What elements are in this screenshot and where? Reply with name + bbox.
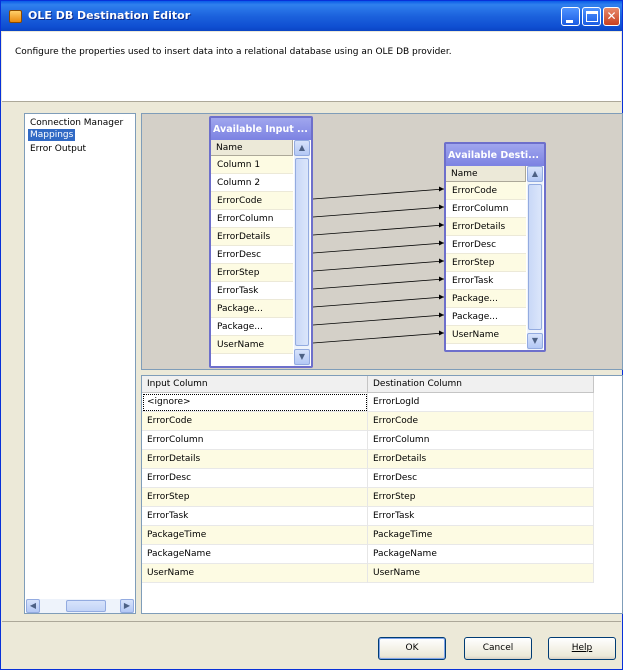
input-row[interactable]: ErrorDesc xyxy=(211,246,293,264)
dialog-window: OLE DB Destination Editor ✕ Configure th… xyxy=(0,0,623,670)
destination-row[interactable]: ErrorStep xyxy=(446,254,526,272)
input-name-header: Name xyxy=(211,140,293,156)
destination-column-cell[interactable]: ErrorLogId xyxy=(368,393,594,412)
ssis-component-icon xyxy=(9,10,22,23)
input-column-cell[interactable]: <ignore> xyxy=(142,393,368,412)
input-column-cell[interactable]: ErrorDesc xyxy=(142,469,368,488)
input-row[interactable]: ErrorCode xyxy=(211,192,293,210)
scroll-thumb[interactable] xyxy=(66,600,106,612)
input-row[interactable]: ErrorStep xyxy=(211,264,293,282)
table-row[interactable]: PackageName PackageName xyxy=(142,545,594,564)
grid-header: Input Column Destination Column xyxy=(142,376,594,393)
chevron-down-icon[interactable]: ▼ xyxy=(294,349,310,365)
destination-column-cell[interactable]: ErrorDetails xyxy=(368,450,594,469)
available-destination-title: Available Desti... xyxy=(446,144,544,166)
minimize-button[interactable] xyxy=(561,7,580,26)
destination-column-cell[interactable]: UserName xyxy=(368,564,594,583)
destination-row[interactable]: Package... xyxy=(446,290,526,308)
available-input-columns-box[interactable]: Available Input ... Name Column 1 Column… xyxy=(209,116,313,368)
table-row[interactable]: ErrorDetails ErrorDetails xyxy=(142,450,594,469)
destination-row[interactable]: UserName xyxy=(446,326,526,344)
table-row[interactable]: ErrorCode ErrorCode xyxy=(142,412,594,431)
input-row[interactable]: ErrorTask xyxy=(211,282,293,300)
input-column-cell[interactable]: ErrorCode xyxy=(142,412,368,431)
table-row[interactable]: PackageTime PackageTime xyxy=(142,526,594,545)
destination-name-header: Name xyxy=(446,166,526,182)
available-input-title: Available Input ... xyxy=(211,118,311,140)
help-button[interactable]: Help xyxy=(548,637,616,660)
nav-panel: Connection Manager Mappings Error Output… xyxy=(24,113,136,614)
scroll-thumb[interactable] xyxy=(528,184,542,330)
chevron-right-icon[interactable]: ▶ xyxy=(120,599,134,613)
table-row[interactable]: <ignore> ErrorLogId xyxy=(142,393,594,412)
nav-item-mappings[interactable]: Mappings xyxy=(28,129,76,141)
chevron-up-icon[interactable]: ▲ xyxy=(294,140,310,156)
input-row[interactable]: ErrorDetails xyxy=(211,228,293,246)
input-column-cell[interactable]: UserName xyxy=(142,564,368,583)
table-row[interactable]: ErrorColumn ErrorColumn xyxy=(142,431,594,450)
input-row[interactable]: Column 2 xyxy=(211,174,293,192)
destination-row[interactable]: ErrorDesc xyxy=(446,236,526,254)
scroll-thumb[interactable] xyxy=(295,158,309,346)
table-row[interactable]: ErrorDesc ErrorDesc xyxy=(142,469,594,488)
nav-item-error-output[interactable]: Error Output xyxy=(28,143,88,155)
mappings-grid[interactable]: Input Column Destination Column <ignore>… xyxy=(141,375,623,614)
close-button[interactable]: ✕ xyxy=(603,7,620,26)
chevron-left-icon[interactable]: ◀ xyxy=(26,599,40,613)
destination-row[interactable]: Package... xyxy=(446,308,526,326)
destination-row[interactable]: ErrorTask xyxy=(446,272,526,290)
window-title: OLE DB Destination Editor xyxy=(28,9,191,22)
input-column-cell[interactable]: PackageName xyxy=(142,545,368,564)
chevron-down-icon[interactable]: ▼ xyxy=(527,333,543,349)
close-icon: ✕ xyxy=(606,9,617,23)
table-row[interactable]: ErrorTask ErrorTask xyxy=(142,507,594,526)
destination-vertical-scrollbar[interactable]: ▲ ▼ xyxy=(527,166,543,350)
maximize-button[interactable] xyxy=(582,7,601,26)
input-column-cell[interactable]: ErrorStep xyxy=(142,488,368,507)
input-column-cell[interactable]: ErrorTask xyxy=(142,507,368,526)
input-column-cell[interactable]: ErrorDetails xyxy=(142,450,368,469)
destination-column-cell[interactable]: PackageTime xyxy=(368,526,594,545)
table-row[interactable]: UserName UserName xyxy=(142,564,594,583)
input-column-cell[interactable]: PackageTime xyxy=(142,526,368,545)
dialog-description: Configure the properties used to insert … xyxy=(15,47,452,57)
destination-row[interactable]: ErrorDetails xyxy=(446,218,526,236)
destination-column-cell[interactable]: ErrorDesc xyxy=(368,469,594,488)
input-vertical-scrollbar[interactable]: ▲ ▼ xyxy=(294,140,310,366)
input-row[interactable]: ErrorColumn xyxy=(211,210,293,228)
description-band xyxy=(2,32,621,102)
title-bar[interactable]: OLE DB Destination Editor ✕ xyxy=(1,1,622,31)
grid-header-input-column[interactable]: Input Column xyxy=(142,376,368,393)
ok-button[interactable]: OK xyxy=(378,637,446,660)
nav-horizontal-scrollbar[interactable]: ◀ ▶ xyxy=(26,599,134,613)
chevron-up-icon[interactable]: ▲ xyxy=(527,166,543,182)
input-row[interactable]: Column 1 xyxy=(211,156,293,174)
minimize-icon xyxy=(566,20,573,23)
footer-divider xyxy=(2,621,621,622)
input-row[interactable]: UserName xyxy=(211,336,293,354)
destination-column-cell[interactable]: PackageName xyxy=(368,545,594,564)
input-row[interactable]: Package... xyxy=(211,318,293,336)
table-row[interactable]: ErrorStep ErrorStep xyxy=(142,488,594,507)
maximize-icon xyxy=(586,11,598,22)
destination-column-cell[interactable]: ErrorStep xyxy=(368,488,594,507)
cancel-button[interactable]: Cancel xyxy=(464,637,532,660)
grid-header-destination-column[interactable]: Destination Column xyxy=(368,376,594,393)
input-column-cell[interactable]: ErrorColumn xyxy=(142,431,368,450)
nav-item-connection-manager[interactable]: Connection Manager xyxy=(28,117,125,129)
destination-row[interactable]: ErrorColumn xyxy=(446,200,526,218)
destination-column-cell[interactable]: ErrorTask xyxy=(368,507,594,526)
destination-row[interactable]: ErrorCode xyxy=(446,182,526,200)
input-row[interactable]: Package... xyxy=(211,300,293,318)
destination-column-cell[interactable]: ErrorColumn xyxy=(368,431,594,450)
available-destination-columns-box[interactable]: Available Desti... Name ErrorCode ErrorC… xyxy=(444,142,546,352)
destination-column-cell[interactable]: ErrorCode xyxy=(368,412,594,431)
